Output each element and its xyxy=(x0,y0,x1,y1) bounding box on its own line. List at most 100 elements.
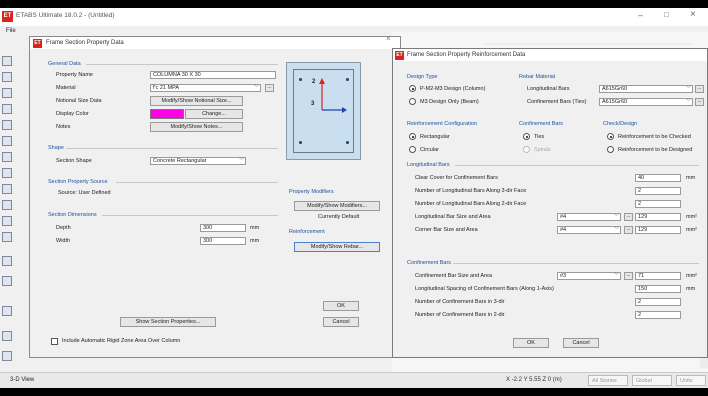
rectangular-radio[interactable] xyxy=(409,133,416,140)
grid-tool-icon[interactable] xyxy=(2,256,12,266)
draw-wall-tool-icon[interactable] xyxy=(2,152,12,162)
cancel-button[interactable]: Cancel xyxy=(563,338,599,348)
bars-3dir-input[interactable]: 2 xyxy=(635,187,681,195)
show-section-properties-button[interactable]: Show Section Properties... xyxy=(120,317,216,327)
draw-brace-tool-icon[interactable] xyxy=(2,136,12,146)
property-source-text: Source: User Defined xyxy=(58,190,111,196)
corner-bar-ellipsis-button[interactable]: ... xyxy=(624,226,633,234)
design-type-column-radio[interactable] xyxy=(409,85,416,92)
design-type-column-label: P-M2-M3 Design (Column) xyxy=(420,86,486,92)
general-data-group-title: General Data xyxy=(48,61,81,67)
draw-beam-tool-icon[interactable] xyxy=(2,120,12,130)
rigid-zone-checkbox[interactable] xyxy=(51,338,58,345)
confinement-material-ellipsis-button[interactable]: ... xyxy=(695,98,704,106)
ties-radio[interactable] xyxy=(523,133,530,140)
draw-area-tool-icon[interactable] xyxy=(2,200,12,210)
draw-diagonal-tool-icon[interactable] xyxy=(2,88,12,98)
local-axes-icon xyxy=(319,78,347,113)
status-bar: 3-D View X -2.2 Y 5.55 Z 0 (m) All Stori… xyxy=(0,372,708,388)
section-dialog-close-button[interactable]: × xyxy=(386,34,391,43)
longitudinal-material-select[interactable]: A615Gr60 ﹀ xyxy=(599,85,693,93)
view-tool-icon[interactable] xyxy=(2,351,12,361)
bar-area-input[interactable]: 129 xyxy=(635,213,681,221)
modify-notional-size-button[interactable]: Modify/Show Notional Size... xyxy=(150,96,243,106)
units-button[interactable]: Units xyxy=(676,375,706,386)
depth-input[interactable]: 300 xyxy=(200,224,246,232)
dimension-tool-icon[interactable] xyxy=(2,306,12,316)
divider xyxy=(455,165,699,166)
draw-line-tool-icon[interactable] xyxy=(2,72,12,82)
corner-bar-size-select[interactable]: #4 ﹀ xyxy=(557,226,621,234)
circular-radio[interactable] xyxy=(409,146,416,153)
modify-modifiers-button[interactable]: Modify/Show Modifiers... xyxy=(294,201,380,211)
clear-cover-input[interactable]: 40 xyxy=(635,174,681,182)
etabs-logo-icon: ET xyxy=(2,11,13,22)
coordinate-system-select[interactable]: Global xyxy=(632,375,672,386)
bar-size-ellipsis-button[interactable]: ... xyxy=(624,213,633,221)
section-preview: 2 3 xyxy=(286,62,361,160)
display-color-swatch[interactable] xyxy=(150,109,184,119)
reference-tool-icon[interactable] xyxy=(2,331,12,341)
draw-link-tool-icon[interactable] xyxy=(2,216,12,226)
ok-button[interactable]: OK xyxy=(323,301,359,311)
change-color-button[interactable]: Change... xyxy=(185,109,243,119)
modify-rebar-button[interactable]: Modify/Show Rebar... xyxy=(294,242,380,252)
corner-bar-area-unit: mm² xyxy=(686,227,697,233)
confinement-2dir-input[interactable]: 2 xyxy=(635,311,681,319)
stories-select[interactable]: All Stories xyxy=(588,375,628,386)
longitudinal-material-ellipsis-button[interactable]: ... xyxy=(695,85,704,93)
draw-opening-tool-icon[interactable] xyxy=(2,184,12,194)
spirals-radio[interactable] xyxy=(523,146,530,153)
confinement-size-ellipsis-button[interactable]: ... xyxy=(624,272,633,280)
bar-size-select[interactable]: #4 ﹀ xyxy=(557,213,621,221)
width-label: Width xyxy=(56,238,71,244)
reinforcement-designed-radio[interactable] xyxy=(607,146,614,153)
width-input[interactable]: 300 xyxy=(200,237,246,245)
bar-size-label: Longitudinal Bar Size and Area xyxy=(415,214,491,220)
left-toolbar xyxy=(2,56,14,372)
confinement-type-group-title: Confinement Bars xyxy=(519,121,564,127)
draw-column-tool-icon[interactable] xyxy=(2,104,12,114)
display-color-label: Display Color xyxy=(56,111,89,117)
close-button[interactable]: × xyxy=(690,9,696,20)
bars-2dir-input[interactable]: 2 xyxy=(635,200,681,208)
confinement-material-select[interactable]: A615Gr60 ﹀ xyxy=(599,98,693,106)
frame-section-dialog: ET Frame Section Property Data General D… xyxy=(29,36,401,358)
chevron-down-icon: ﹀ xyxy=(613,273,619,279)
ok-button[interactable]: OK xyxy=(513,338,549,348)
reinforcement-checked-label: Reinforcement to be Checked xyxy=(618,134,691,140)
property-modifiers-group-title: Property Modifiers xyxy=(289,189,334,195)
reinforcement-checked-radio[interactable] xyxy=(607,133,614,140)
cancel-button[interactable]: Cancel xyxy=(323,317,359,327)
material-select[interactable]: f'c 21 MPA ﹀ xyxy=(150,84,261,92)
corner-bar-area-input[interactable]: 129 xyxy=(635,226,681,234)
section-shape-select[interactable]: Concrete Rectangular ﹀ xyxy=(150,157,246,165)
spirals-label: Spirals xyxy=(534,147,551,153)
status-coordinates: X -2.2 Y 5.55 Z 0 (m) xyxy=(506,377,562,383)
design-type-beam-radio[interactable] xyxy=(409,98,416,105)
maximize-button[interactable]: □ xyxy=(664,10,669,19)
pointer-tool-icon[interactable] xyxy=(2,56,12,66)
check-design-group-title: Check/Design xyxy=(603,121,638,127)
material-ellipsis-button[interactable]: ... xyxy=(265,84,274,92)
confinement-size-value: #3 xyxy=(560,273,567,279)
confinement-size-select[interactable]: #3 ﹀ xyxy=(557,272,621,280)
dialog-title: Frame Section Property Data xyxy=(46,40,124,46)
confinement-3dir-input[interactable]: 2 xyxy=(635,298,681,306)
modify-notes-button[interactable]: Modify/Show Notes... xyxy=(150,122,243,132)
confinement-spacing-input[interactable]: 150 xyxy=(635,285,681,293)
configuration-group-title: Reinforcement Configuration xyxy=(407,121,478,127)
confinement-area-input[interactable]: 71 xyxy=(635,272,681,280)
section-dimensions-group-title: Section Dimensions xyxy=(48,212,97,218)
section-cut-tool-icon[interactable] xyxy=(2,276,12,286)
divider xyxy=(102,215,278,216)
dialog-titlebar: ET Frame Section Property Reinforcement … xyxy=(393,49,707,61)
confinement-2dir-label: Number of Confinement Bars in 2-dir xyxy=(415,312,505,318)
minimize-button[interactable]: – xyxy=(638,10,643,20)
property-name-input[interactable]: COLUMNA 30 X 30 xyxy=(150,71,276,79)
confinement-size-label: Confinement Bar Size and Area xyxy=(415,273,493,279)
draw-joint-tool-icon[interactable] xyxy=(2,232,12,242)
menu-file[interactable]: File xyxy=(6,28,16,34)
draw-slab-tool-icon[interactable] xyxy=(2,168,12,178)
confinement-3dir-label: Number of Confinement Bars in 3-dir xyxy=(415,299,505,305)
